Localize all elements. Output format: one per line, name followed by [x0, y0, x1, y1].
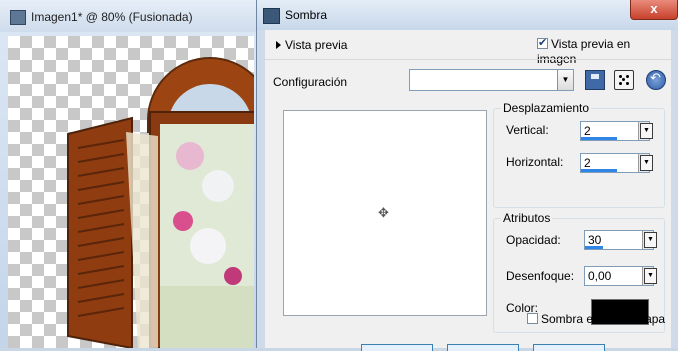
vertical-dropdown-icon[interactable]: ▼	[640, 123, 653, 139]
flower	[173, 211, 193, 231]
new-layer-checkbox[interactable]: Sombra en nueva capa	[527, 311, 665, 326]
dialog-title: Sombra	[285, 8, 328, 22]
preview-toggle-label: Vista previa	[285, 38, 348, 52]
flower	[202, 170, 234, 202]
vertical-value: 2	[584, 124, 591, 138]
shadow-dialog: Sombra x Vista previa Vista previa en im…	[256, 0, 678, 351]
offset-group-title: Desplazamiento	[501, 101, 592, 115]
horizontal-value: 2	[584, 156, 591, 170]
image-canvas[interactable]	[8, 36, 254, 348]
attributes-group-title: Atributos	[501, 211, 553, 225]
preview-toggle[interactable]: Vista previa	[276, 38, 347, 52]
offset-group: Desplazamiento Vertical: 2 ▲▼ ▼ Horizont…	[493, 101, 665, 208]
preview-pane[interactable]: ✥	[283, 110, 487, 316]
grass	[160, 286, 254, 348]
flower	[224, 267, 242, 285]
save-preset-button[interactable]	[585, 70, 605, 90]
randomize-dice-button[interactable]	[614, 70, 634, 90]
opacity-dropdown-icon[interactable]: ▼	[644, 232, 657, 248]
checkbox-checked-icon[interactable]	[537, 36, 548, 50]
expand-triangle-icon	[276, 41, 281, 49]
preview-in-image-checkbox[interactable]: Vista previa en imagen	[537, 36, 671, 66]
opacity-value: 30	[588, 233, 602, 247]
flower	[176, 142, 204, 170]
close-button[interactable]: x	[630, 0, 678, 20]
app-icon	[263, 8, 280, 24]
window-artwork	[67, 57, 254, 348]
opacity-label: Opacidad:	[506, 233, 561, 247]
vertical-level-bar	[581, 137, 617, 140]
close-icon: x	[650, 1, 658, 16]
reset-button[interactable]	[646, 70, 666, 90]
document-titlebar[interactable]: Imagen1* @ 80% (Fusionada)	[0, 0, 256, 32]
chevron-down-icon[interactable]: ▼	[557, 70, 573, 90]
window-shutter	[67, 116, 133, 348]
config-dropdown[interactable]: ▼	[409, 69, 574, 91]
config-label: Configuración	[273, 75, 348, 89]
divider	[265, 59, 671, 60]
blur-label: Desenfoque:	[506, 269, 575, 283]
dialog-body: Vista previa Vista previa en imagen Conf…	[265, 30, 671, 351]
blur-dropdown-icon[interactable]: ▼	[644, 268, 657, 284]
document-title: Imagen1* @ 80% (Fusionada)	[31, 10, 193, 24]
preview-in-image-label: Vista previa en imagen	[537, 36, 631, 66]
horizontal-level-bar	[581, 169, 617, 172]
document-window: Imagen1* @ 80% (Fusionada)	[0, 0, 257, 348]
opacity-level-bar	[585, 246, 603, 249]
horizontal-dropdown-icon[interactable]: ▼	[640, 155, 653, 171]
new-layer-label: Sombra en nueva capa	[541, 311, 666, 326]
dialog-titlebar[interactable]: Sombra x	[257, 0, 678, 30]
horizontal-label: Horizontal:	[506, 155, 564, 169]
vertical-label: Vertical:	[506, 123, 549, 137]
image-icon	[10, 10, 26, 25]
flower	[190, 228, 226, 264]
blur-value: 0,00	[588, 269, 612, 283]
pan-hand-icon[interactable]: ✥	[378, 206, 389, 221]
checkbox-unchecked-icon[interactable]	[527, 313, 538, 325]
